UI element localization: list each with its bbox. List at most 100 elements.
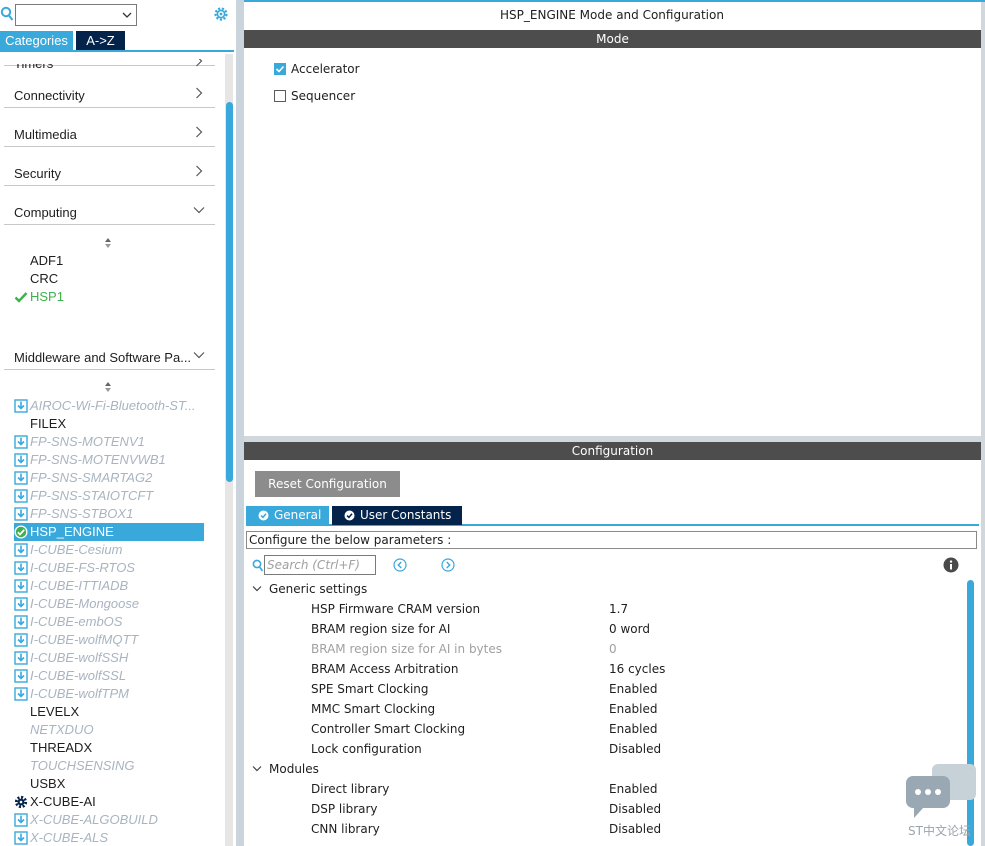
list-item-label: FILEX <box>30 416 67 431</box>
gear-icon <box>14 795 28 809</box>
param-value[interactable]: Enabled <box>609 699 658 719</box>
group-label: Modules <box>269 762 319 776</box>
right-edge <box>981 2 985 846</box>
category-connectivity[interactable]: Connectivity <box>4 69 215 108</box>
next-icon[interactable] <box>441 558 455 572</box>
param-value[interactable]: Enabled <box>609 719 658 739</box>
param-name: SPE Smart Clocking <box>311 682 429 696</box>
check-circle-icon <box>14 525 28 539</box>
category-label: Security <box>14 166 61 181</box>
param-name: Controller Smart Clocking <box>311 722 466 736</box>
param-name: BRAM region size for AI in bytes <box>311 642 502 656</box>
check-circle-icon <box>258 510 269 521</box>
param-name: MMC Smart Clocking <box>311 702 436 716</box>
list-item-label: I-CUBE-wolfTPM <box>30 686 129 701</box>
download-pack-icon <box>14 507 28 521</box>
list-item-label: I-CUBE-FS-RTOS <box>30 560 135 575</box>
chevron-down-icon[interactable] <box>252 585 262 593</box>
list-item-label: NETXDUO <box>30 722 94 737</box>
reset-configuration-button[interactable]: Reset Configuration <box>255 471 400 497</box>
param-name: Direct library <box>311 782 390 796</box>
list-item-label: TOUCHSENSING <box>30 758 135 773</box>
checkbox[interactable] <box>274 90 286 102</box>
checkbox[interactable] <box>274 63 286 75</box>
list-item-label: THREADX <box>30 740 93 755</box>
chevron-right-icon <box>196 126 203 138</box>
category-label: Multimedia <box>14 127 77 142</box>
param-value[interactable]: 16 cycles <box>609 659 665 679</box>
list-item-label: X-CUBE-ALGOBUILD <box>30 812 158 827</box>
param-value[interactable]: 0 word <box>609 619 650 639</box>
chevron-down-icon <box>193 352 205 359</box>
download-pack-icon <box>14 831 28 845</box>
left-scrollbar-thumb[interactable] <box>226 102 233 482</box>
list-item-label: USBX <box>30 776 66 791</box>
download-pack-icon <box>14 615 28 629</box>
list-item-label: I-CUBE-Mongoose <box>30 596 140 611</box>
tab-user-constants[interactable]: User Constants <box>332 506 462 525</box>
category-middleware[interactable]: Middleware and Software Pa... <box>4 331 215 370</box>
param-row[interactable]: Lock configuration Disabled <box>311 739 951 759</box>
category-label: Computing <box>14 205 77 220</box>
param-row[interactable]: Direct library Enabled <box>311 779 951 799</box>
download-pack-icon <box>14 579 28 593</box>
list-item-label: AIROC-Wi-Fi-Bluetooth-ST... <box>30 398 196 413</box>
list-item-label: X-CUBE-ALS <box>30 830 109 845</box>
configure-hint: Configure the below parameters : <box>246 531 977 549</box>
sort-icon[interactable] <box>104 237 112 249</box>
search-icon[interactable] <box>0 6 14 22</box>
parameter-search-input[interactable]: Search (Ctrl+F) <box>264 555 376 575</box>
chevron-down-icon[interactable] <box>252 765 262 773</box>
download-pack-icon <box>14 597 28 611</box>
download-pack-icon <box>14 813 28 827</box>
param-value[interactable]: Disabled <box>609 819 661 839</box>
param-row: BRAM region size for AI in bytes 0 <box>311 639 951 659</box>
download-pack-icon <box>14 561 28 575</box>
info-icon[interactable] <box>943 557 959 573</box>
list-item-label: I-CUBE-wolfMQTT <box>30 632 139 647</box>
download-pack-icon <box>14 669 28 683</box>
param-value[interactable]: Enabled <box>609 679 658 699</box>
param-row[interactable]: MMC Smart Clocking Enabled <box>311 699 951 719</box>
category-label: Connectivity <box>14 88 85 103</box>
search-combo[interactable] <box>15 4 137 26</box>
chevron-down-icon[interactable] <box>121 9 133 21</box>
tab-label: User Constants <box>360 508 452 522</box>
param-row[interactable]: CNN library Disabled <box>311 819 951 839</box>
download-pack-icon <box>14 651 28 665</box>
config-tabs: General User Constants <box>246 506 979 526</box>
configuration-header: Configuration <box>244 442 981 460</box>
category-timers[interactable]: Timers <box>4 27 215 71</box>
download-pack-icon <box>14 687 28 701</box>
download-pack-icon <box>14 633 28 647</box>
param-row[interactable]: BRAM Access Arbitration 16 cycles <box>311 659 951 679</box>
list-item-label: FP-SNS-SMARTAG2 <box>30 470 153 485</box>
list-item-label: I-CUBE-ITTIADB <box>30 578 129 593</box>
panel-divider[interactable] <box>236 0 244 846</box>
list-item-label: I-CUBE-wolfSSH <box>30 650 129 665</box>
top-border <box>244 0 985 2</box>
param-row[interactable]: DSP library Disabled <box>311 799 951 819</box>
param-row[interactable]: HSP Firmware CRAM version 1.7 <box>311 599 951 619</box>
tab-label: General <box>274 508 322 522</box>
list-item[interactable]: HSP_ENGINE <box>14 523 204 541</box>
sort-icon[interactable] <box>104 381 112 393</box>
param-row[interactable]: Controller Smart Clocking Enabled <box>311 719 951 739</box>
param-row[interactable]: SPE Smart Clocking Enabled <box>311 679 951 699</box>
page-title: HSP_ENGINE Mode and Configuration <box>500 8 724 22</box>
previous-icon[interactable] <box>393 558 407 572</box>
category-security[interactable]: Security <box>4 147 215 186</box>
tab-general[interactable]: General <box>246 506 329 525</box>
param-row[interactable]: BRAM region size for AI 0 word <box>311 619 951 639</box>
param-value[interactable]: Disabled <box>609 739 661 759</box>
param-value[interactable]: Enabled <box>609 779 658 799</box>
check-icon <box>14 292 28 303</box>
gear-icon[interactable] <box>212 5 230 23</box>
list-item-label: FP-SNS-MOTENVWB1 <box>30 452 166 467</box>
param-value[interactable]: Disabled <box>609 799 661 819</box>
param-value[interactable]: 1.7 <box>609 599 628 619</box>
category-multimedia[interactable]: Multimedia <box>4 108 215 147</box>
param-value: 0 <box>609 642 617 656</box>
category-computing[interactable]: Computing <box>4 186 215 225</box>
list-item-label: LEVELX <box>30 704 80 719</box>
